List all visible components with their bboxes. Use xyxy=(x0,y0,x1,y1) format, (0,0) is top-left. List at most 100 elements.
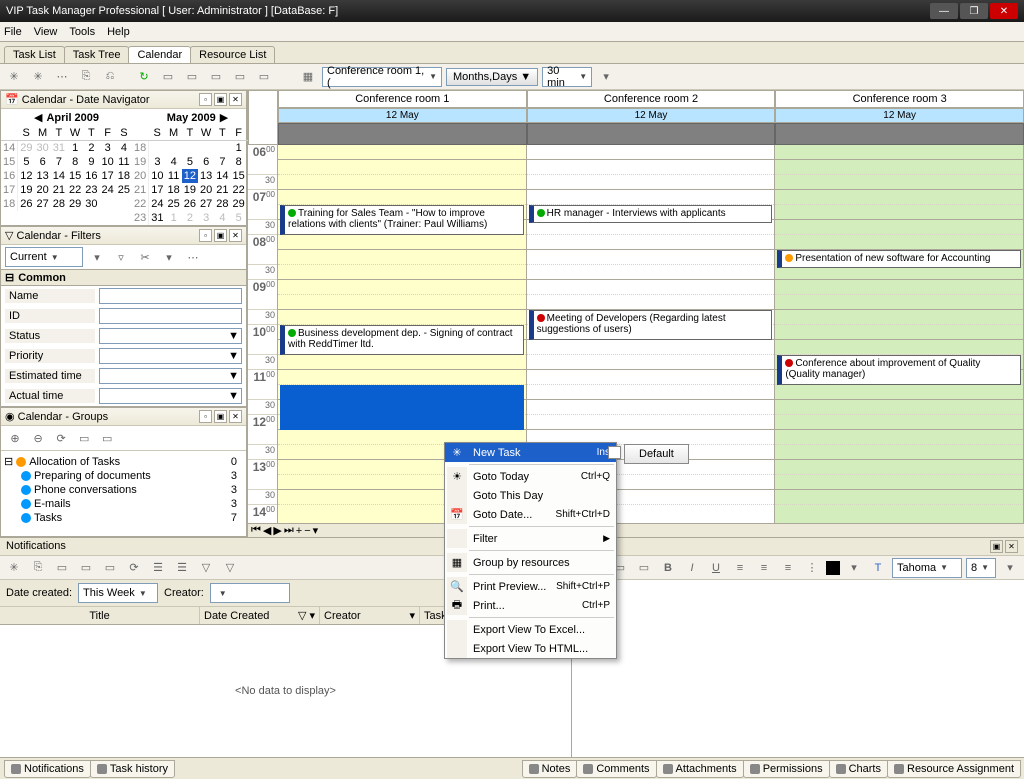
calendar-event[interactable]: Training for Sales Team - "How to improv… xyxy=(280,205,524,235)
collapse-icon[interactable]: ⊟ xyxy=(5,271,14,284)
group-item[interactable]: Tasks7 xyxy=(4,511,243,525)
group-root[interactable]: ⊟Allocation of Tasks0 xyxy=(4,454,243,469)
tab-resource-list[interactable]: Resource List xyxy=(190,46,275,63)
room-selector[interactable]: Conference room 1, (▼ xyxy=(322,67,442,87)
toolbar-btn-8[interactable]: ▭ xyxy=(206,67,226,87)
calendar-event[interactable]: Presentation of new software for Account… xyxy=(777,250,1021,268)
filter-btn1[interactable]: ▾ xyxy=(87,247,107,267)
creator-selector[interactable]: ▼ xyxy=(210,583,290,603)
date-created-selector[interactable]: This Week▼ xyxy=(78,583,158,603)
font-selector[interactable]: Tahoma▼ xyxy=(892,558,962,578)
toolbar-btn-7[interactable]: ▭ xyxy=(182,67,202,87)
group-btn3[interactable]: ⟳ xyxy=(51,428,71,448)
calendar-event[interactable]: Conference about improvement of Quality … xyxy=(777,355,1021,385)
menu-view[interactable]: View xyxy=(34,26,58,38)
color-swatch[interactable] xyxy=(826,561,840,575)
menu-tools[interactable]: Tools xyxy=(69,26,95,38)
panel-pin-icon[interactable]: ▫ xyxy=(199,93,212,106)
toolbar-btn-10[interactable]: ▭ xyxy=(254,67,274,87)
tab-resource-assignment[interactable]: Resource Assignment xyxy=(887,760,1021,778)
ctx-goto-this-day[interactable]: Goto This Day xyxy=(445,486,616,505)
calendar-event[interactable]: Business development dep. - Signing of c… xyxy=(280,325,524,355)
filter-preset-selector[interactable]: Current▼ xyxy=(5,247,83,267)
groups-title: Calendar - Groups xyxy=(18,411,109,423)
date-navigator[interactable]: ◀April 2009SMTWTFS1429303112341556789101… xyxy=(1,109,246,225)
ctx-print-preview-[interactable]: 🔍Print Preview...Shift+Ctrl+P xyxy=(445,577,616,596)
ctx-goto-today[interactable]: ☀Goto TodayCtrl+Q xyxy=(445,467,616,486)
group-item[interactable]: E-mails3 xyxy=(4,497,243,511)
popup-checkbox[interactable] xyxy=(608,446,621,459)
tab-task-history[interactable]: Task history xyxy=(90,760,175,778)
font-size-selector[interactable]: 8▼ xyxy=(966,558,996,578)
menu-file[interactable]: File xyxy=(4,26,22,38)
default-button[interactable]: Default xyxy=(624,444,689,464)
ctx-new-task[interactable]: ✳New TaskIns xyxy=(445,443,616,462)
tab-notifications[interactable]: Notifications xyxy=(4,760,91,778)
main-tabs: Task List Task Tree Calendar Resource Li… xyxy=(0,42,1024,64)
filter-btn3[interactable]: ✂ xyxy=(135,247,155,267)
group-btn5[interactable]: ▭ xyxy=(97,428,117,448)
ctx-filter[interactable]: Filter▶ xyxy=(445,529,616,548)
tab-calendar[interactable]: Calendar xyxy=(128,46,191,63)
nav-next-icon[interactable]: ▶ xyxy=(273,524,281,537)
calendar-event[interactable]: HR manager - Interviews with applicants xyxy=(529,205,773,223)
ctx-group-by-resources[interactable]: ▦Group by resources xyxy=(445,553,616,572)
filter-actual-time-selector[interactable]: ▼ xyxy=(99,388,242,404)
nav-last-icon[interactable]: ⏭ xyxy=(284,524,294,537)
nav-first-icon[interactable]: ⏮ xyxy=(251,524,261,537)
ctx-goto-date-[interactable]: 📅Goto Date...Shift+Ctrl+D xyxy=(445,505,616,524)
calendar-event[interactable]: Meeting of Developers (Regarding latest … xyxy=(529,310,773,340)
group-item[interactable]: Preparing of documents3 xyxy=(4,469,243,483)
toolbar-btn-3[interactable]: ⋯ xyxy=(52,67,72,87)
ctx-export-view-to-excel-[interactable]: Export View To Excel... xyxy=(445,620,616,639)
tab-permissions[interactable]: Permissions xyxy=(743,760,830,778)
bold-icon[interactable]: B xyxy=(658,558,678,578)
filter-name-input[interactable] xyxy=(99,288,242,304)
close-button[interactable]: ✕ xyxy=(990,3,1018,19)
groups-icon: ◉ xyxy=(5,411,15,423)
filter-id-input[interactable] xyxy=(99,308,242,324)
view-mode-selector[interactable]: Months,Days ▼ xyxy=(446,68,538,86)
menu-help[interactable]: Help xyxy=(107,26,130,38)
group-item[interactable]: Phone conversations3 xyxy=(4,483,243,497)
nav-del-icon[interactable]: − xyxy=(304,525,310,537)
toolbar-btn-9[interactable]: ▭ xyxy=(230,67,250,87)
tab-attachments[interactable]: Attachments xyxy=(656,760,744,778)
filter-btn4[interactable]: ▾ xyxy=(159,247,179,267)
tab-charts[interactable]: Charts xyxy=(829,760,888,778)
italic-icon[interactable]: I xyxy=(682,558,702,578)
calendar-icon: 📅 xyxy=(5,94,19,106)
panel-max-icon[interactable]: ▣ xyxy=(214,93,227,106)
group-btn1[interactable]: ⊕ xyxy=(5,428,25,448)
toolbar-btn-6[interactable]: ▭ xyxy=(158,67,178,87)
interval-selector[interactable]: 30 min▼ xyxy=(542,67,592,87)
panel-close-icon[interactable]: ✕ xyxy=(229,93,242,106)
nav-more-icon[interactable]: ▾ xyxy=(313,524,319,537)
tab-task-tree[interactable]: Task Tree xyxy=(64,46,130,63)
nav-add-icon[interactable]: + xyxy=(296,525,302,537)
filter-status-selector[interactable]: ▼ xyxy=(99,328,242,344)
tab-task-list[interactable]: Task List xyxy=(4,46,65,63)
tab-notes[interactable]: Notes xyxy=(522,760,578,778)
nav-prev-icon[interactable]: ◀ xyxy=(263,524,271,537)
toolbar-btn-2[interactable]: ✳ xyxy=(28,67,48,87)
tab-comments[interactable]: Comments xyxy=(576,760,656,778)
ctx-print-[interactable]: 🖶Print...Ctrl+P xyxy=(445,596,616,615)
minimize-button[interactable]: — xyxy=(930,3,958,19)
room-header-2: Conference room 2 xyxy=(527,90,776,108)
filter-btn2[interactable]: ▿ xyxy=(111,247,131,267)
time-selection[interactable] xyxy=(280,385,524,430)
toolbar-btn-5[interactable]: ⎌ xyxy=(100,67,120,87)
group-btn4[interactable]: ▭ xyxy=(74,428,94,448)
group-btn2[interactable]: ⊖ xyxy=(28,428,48,448)
toolbar-refresh[interactable]: ↻ xyxy=(134,67,154,87)
filter-estimated-time-selector[interactable]: ▼ xyxy=(99,368,242,384)
maximize-button[interactable]: ❐ xyxy=(960,3,988,19)
filter-btn5[interactable]: ⋯ xyxy=(183,247,203,267)
underline-icon[interactable]: U xyxy=(706,558,726,578)
toolbar-btn-4[interactable]: ⎘ xyxy=(76,67,96,87)
toolbar-dropdown-arrow[interactable]: ▾ xyxy=(596,67,616,87)
toolbar-btn-1[interactable]: ✳ xyxy=(4,67,24,87)
ctx-export-view-to-html-[interactable]: Export View To HTML... xyxy=(445,639,616,658)
filter-priority-selector[interactable]: ▼ xyxy=(99,348,242,364)
